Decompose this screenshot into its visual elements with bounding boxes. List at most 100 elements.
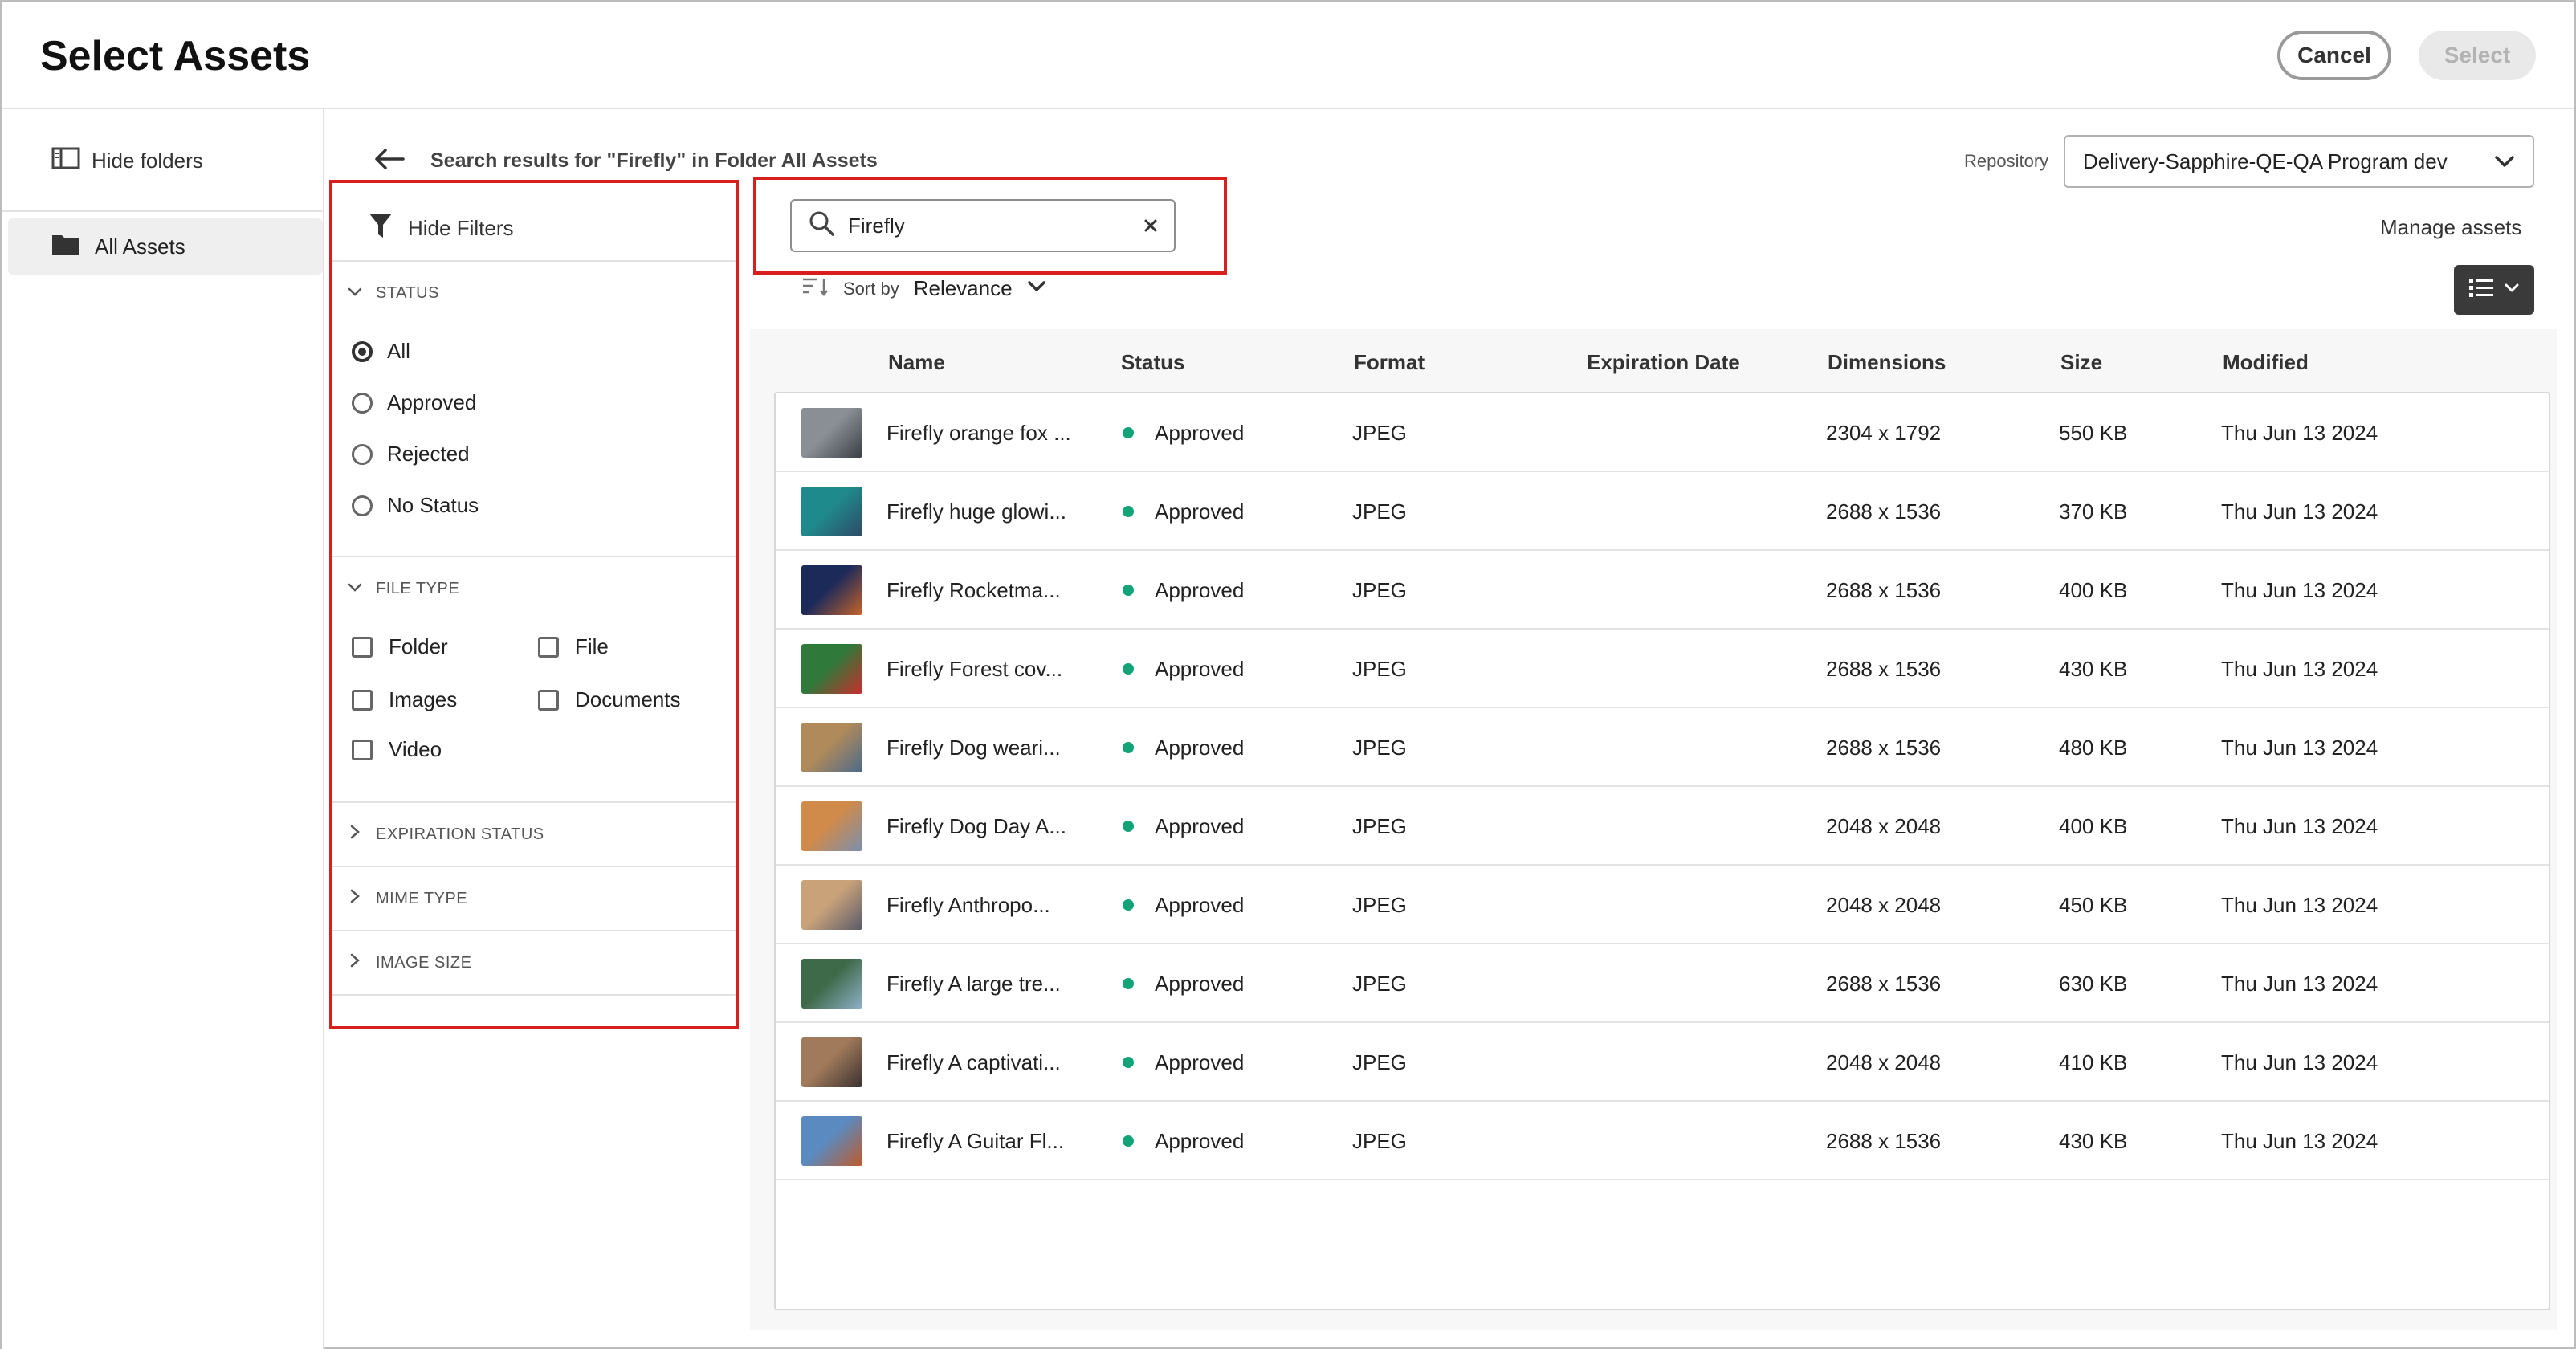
asset-name: Firefly Anthropo... <box>887 893 1050 917</box>
chevron-right-icon <box>347 888 363 909</box>
table-row[interactable]: Firefly Rocketma... Approved JPEG 2688 x 15… <box>776 551 2549 630</box>
search-input[interactable]: Firefly <box>790 199 1176 252</box>
back-arrow-icon[interactable] <box>373 146 406 176</box>
asset-thumbnail <box>801 408 862 458</box>
asset-name: Firefly huge glowi... <box>887 499 1066 524</box>
filter-divider <box>332 994 736 996</box>
column-header-name[interactable]: Name <box>888 350 945 375</box>
column-header-modified[interactable]: Modified <box>2223 350 2309 375</box>
file-type-folder[interactable]: Folder <box>352 634 448 659</box>
table-row[interactable]: Firefly Dog weari... Approved JPEG 2688 x 1… <box>776 708 2549 787</box>
search-icon <box>808 210 835 242</box>
file-type-file[interactable]: File <box>538 634 609 659</box>
repository-label: Repository <box>1964 151 2049 171</box>
checkbox[interactable] <box>352 636 373 658</box>
status-dot-icon <box>1123 1135 1134 1147</box>
expiration-status-section-header[interactable]: EXPIRATION STATUS <box>347 824 544 845</box>
column-header-size[interactable]: Size <box>2060 350 2102 375</box>
file-type-section-header[interactable]: FILE TYPE <box>347 580 459 598</box>
asset-format: JPEG <box>1352 499 1407 524</box>
radio-button[interactable] <box>352 443 373 465</box>
asset-modified: Thu Jun 13 2024 <box>2221 1050 2378 1074</box>
sort-value[interactable]: Relevance <box>914 276 1013 301</box>
manage-assets-link[interactable]: Manage assets <box>2380 215 2521 240</box>
asset-name-cell: Firefly Forest cov... <box>887 657 1062 682</box>
table-row[interactable]: Firefly Anthropo... Approved JPEG 2048 x 20… <box>776 866 2549 944</box>
view-toggle-button[interactable] <box>2454 265 2534 315</box>
filter-divider <box>332 930 736 931</box>
results-table-body: Firefly orange fox ... Approved JPEG 2304 x… <box>774 392 2550 1310</box>
asset-format: JPEG <box>1352 736 1407 760</box>
file-type-section-title: FILE TYPE <box>376 580 460 597</box>
sidebar-item-all-assets[interactable]: All Assets <box>8 218 323 275</box>
asset-size-cell: 450 KB <box>2059 893 2127 918</box>
status-section-header[interactable]: STATUS <box>347 284 439 303</box>
asset-thumbnail <box>801 723 862 772</box>
mime-type-section-header[interactable]: MIME TYPE <box>347 888 467 909</box>
cancel-button[interactable]: Cancel <box>2277 31 2391 80</box>
asset-format-cell: JPEG <box>1352 421 1407 446</box>
column-header-status[interactable]: Status <box>1121 350 1184 375</box>
asset-dimensions-cell: 2048 x 2048 <box>1826 1050 1941 1075</box>
column-header-format[interactable]: Format <box>1354 350 1425 375</box>
asset-status: Approved <box>1155 421 1245 445</box>
sort-order-icon[interactable] <box>801 276 829 301</box>
asset-size-cell: 430 KB <box>2059 657 2127 682</box>
asset-format: JPEG <box>1352 1050 1407 1074</box>
table-row[interactable]: Firefly A large tre... Approved JPEG 2688 x… <box>776 944 2549 1023</box>
chevron-right-icon <box>347 952 363 973</box>
table-row[interactable]: Firefly orange fox ... Approved JPEG 2304 x… <box>776 393 2549 472</box>
radio-button[interactable] <box>352 340 373 362</box>
status-option-label: All <box>387 339 410 363</box>
asset-thumbnail <box>801 487 862 536</box>
file-type-documents[interactable]: Documents <box>538 687 681 712</box>
status-option-no-status[interactable]: No Status <box>352 493 479 518</box>
status-dot-icon <box>1123 1057 1134 1068</box>
column-header-dimensions[interactable]: Dimensions <box>1828 350 1946 375</box>
table-row[interactable]: Firefly Forest cov... Approved JPEG 2688 x … <box>776 630 2549 708</box>
checkbox[interactable] <box>352 739 373 760</box>
asset-format-cell: JPEG <box>1352 657 1407 682</box>
asset-name: Firefly Dog Day A... <box>887 814 1066 838</box>
asset-modified-cell: Thu Jun 13 2024 <box>2221 736 2378 760</box>
checkbox-label: File <box>575 634 609 658</box>
asset-name-cell: Firefly huge glowi... <box>887 499 1066 524</box>
asset-status-cell: Approved <box>1123 657 1244 682</box>
status-option-all[interactable]: All <box>352 339 410 364</box>
checkbox[interactable] <box>352 689 373 711</box>
select-button[interactable]: Select <box>2419 31 2536 80</box>
file-type-images[interactable]: Images <box>352 687 457 712</box>
close-icon[interactable] <box>1143 214 1158 238</box>
checkbox[interactable] <box>538 636 559 658</box>
status-option-rejected[interactable]: Rejected <box>352 442 470 467</box>
status-dot-icon <box>1123 427 1134 438</box>
radio-button[interactable] <box>352 495 373 516</box>
chevron-down-icon <box>1027 280 1046 297</box>
status-option-approved[interactable]: Approved <box>352 390 476 415</box>
table-row[interactable]: Firefly Dog Day A... Approved JPEG 2048 x 2… <box>776 787 2549 866</box>
status-section-title: STATUS <box>376 284 439 302</box>
filter-divider <box>332 556 736 557</box>
hide-filters-button[interactable]: Hide Filters <box>368 212 513 245</box>
asset-format: JPEG <box>1352 893 1407 917</box>
asset-thumbnail <box>801 880 862 930</box>
asset-modified-cell: Thu Jun 13 2024 <box>2221 814 2378 839</box>
hide-folders-button[interactable]: Hide folders <box>51 146 203 176</box>
asset-thumbnail <box>801 644 862 694</box>
table-row[interactable]: Firefly A Guitar Fl... Approved JPEG 2688 x… <box>776 1102 2549 1180</box>
chevron-down-icon <box>2504 283 2520 298</box>
column-header-expiration-date[interactable]: Expiration Date <box>1587 350 1740 375</box>
repository-select[interactable]: Delivery-Sapphire-QE-QA Program dev <box>2064 135 2534 188</box>
table-row[interactable]: Firefly A captivati... Approved JPEG 2048 x… <box>776 1023 2549 1102</box>
radio-button[interactable] <box>352 392 373 414</box>
asset-name: Firefly orange fox ... <box>887 421 1071 445</box>
asset-name-cell: Firefly A captivati... <box>887 1050 1061 1075</box>
asset-format: JPEG <box>1352 657 1407 681</box>
sort-control[interactable]: Sort by Relevance <box>801 276 1046 301</box>
file-type-video[interactable]: Video <box>352 737 442 762</box>
checkbox[interactable] <box>538 689 559 711</box>
asset-modified: Thu Jun 13 2024 <box>2221 972 2378 996</box>
table-row[interactable]: Firefly huge glowi... Approved JPEG 2688 x … <box>776 472 2549 551</box>
image-size-section-header[interactable]: IMAGE SIZE <box>347 952 471 973</box>
asset-dimensions-cell: 2688 x 1536 <box>1826 499 1941 524</box>
